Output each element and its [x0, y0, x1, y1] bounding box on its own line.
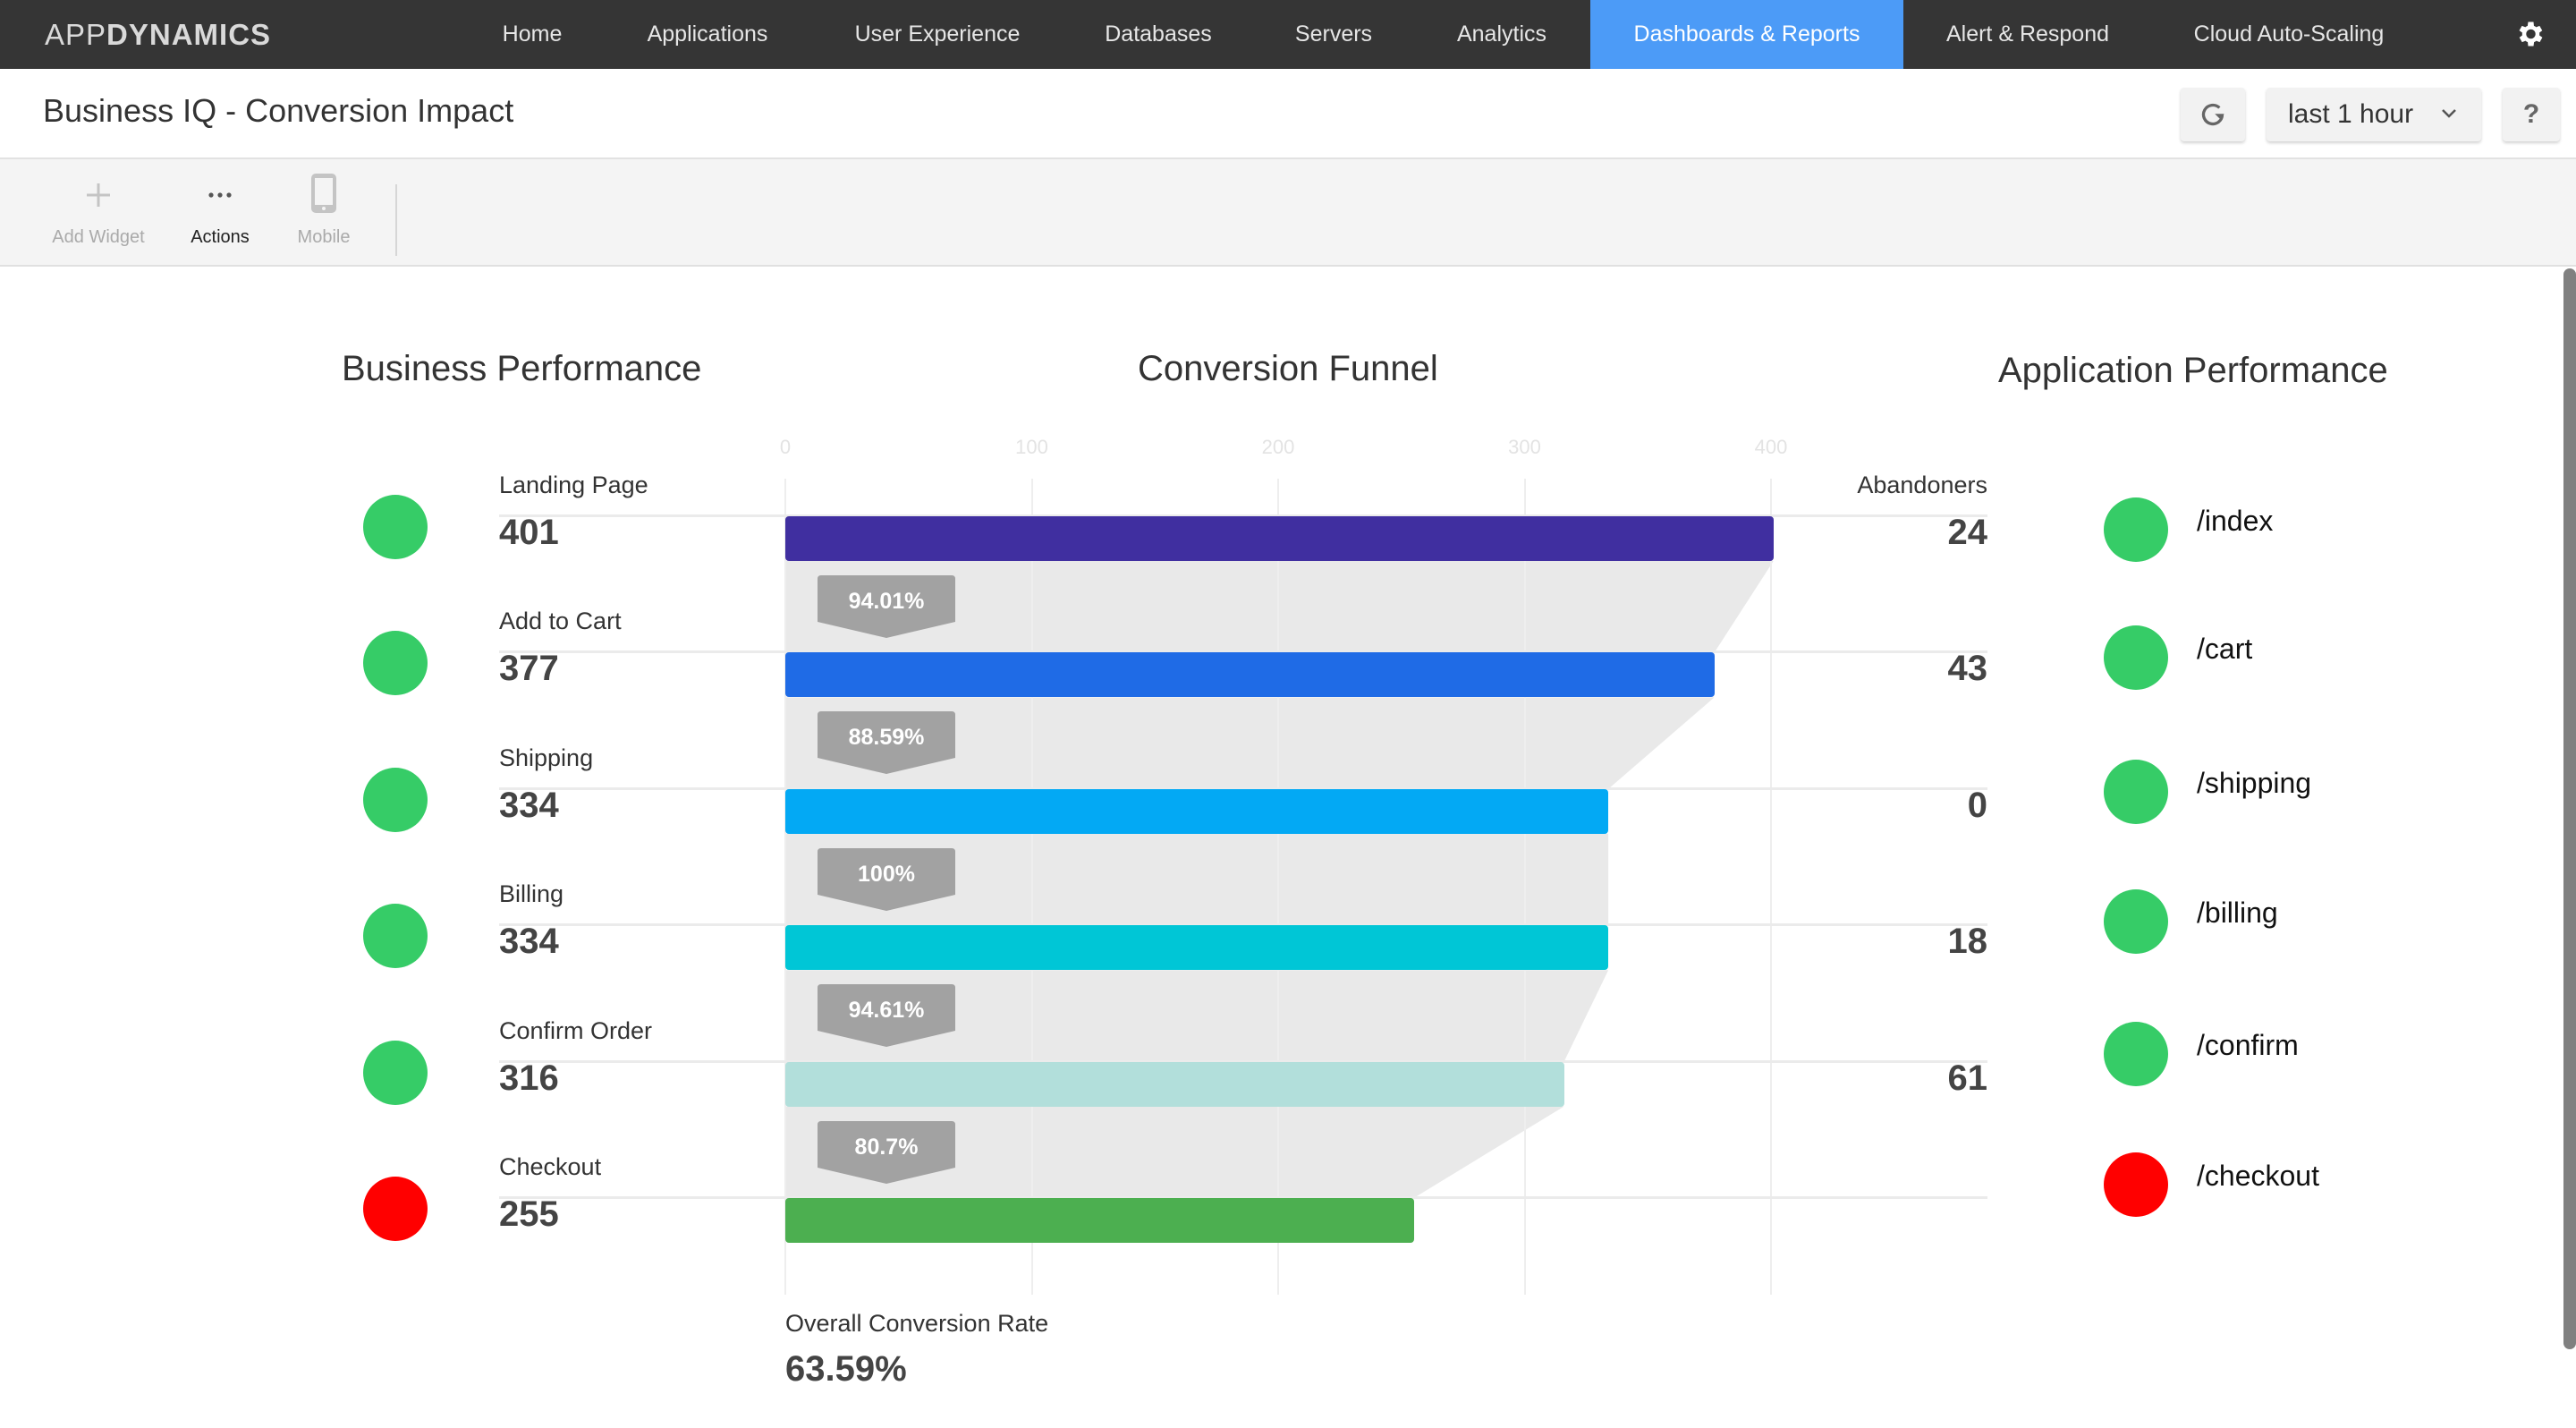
business-status-dot — [363, 904, 428, 969]
abandoners-value: 43 — [1947, 649, 1988, 689]
step-conversion-value: 88.59% — [848, 725, 925, 751]
funnel-bar[interactable] — [785, 1061, 1564, 1107]
app-endpoint-label[interactable]: /index — [2197, 505, 2273, 538]
gridline — [784, 479, 786, 1295]
business-status-dot — [363, 1040, 428, 1105]
time-range-value: last 1 hour — [2288, 99, 2414, 129]
vertical-scrollbar[interactable] — [2563, 268, 2576, 1349]
nav-user-experience[interactable]: User Experience — [832, 0, 1043, 69]
axis-tick-label: 100 — [1015, 436, 1048, 458]
overall-conversion-value: 63.59% — [785, 1349, 907, 1389]
step-conversion-value: 94.01% — [848, 589, 925, 614]
app-status-dot — [2104, 1022, 2168, 1086]
funnel-step-label: Checkout — [499, 1153, 602, 1180]
nav-servers[interactable]: Servers — [1270, 0, 1397, 69]
funnel-bar[interactable] — [785, 1198, 1414, 1243]
refresh-icon — [2201, 103, 2224, 126]
nav-alert-respond[interactable]: Alert & Respond — [1923, 0, 2132, 69]
app-endpoint-label[interactable]: /confirm — [2197, 1029, 2299, 1062]
app-status-dot — [2104, 625, 2168, 690]
nav-analytics[interactable]: Analytics — [1431, 0, 1572, 69]
add-widget-button[interactable]: Add Widget — [45, 159, 152, 267]
nav-dashboards-reports[interactable]: Dashboards & Reports — [1590, 0, 1903, 69]
app-status-dot — [2104, 889, 2168, 954]
funnel-step-value: 377 — [499, 649, 559, 689]
step-conversion-badge: 88.59% — [818, 711, 955, 775]
funnel-step-label: Shipping — [499, 744, 594, 771]
abandoners-value: 24 — [1947, 513, 1988, 552]
abandoners-header: Abandoners — [1857, 472, 1987, 498]
business-performance-title: Business Performance — [342, 349, 702, 388]
step-conversion-badge: 94.61% — [818, 984, 955, 1048]
funnel-bar[interactable] — [785, 925, 1609, 971]
funnel-step-label: Confirm Order — [499, 1016, 653, 1044]
gridline — [1770, 479, 1772, 1295]
actions-button[interactable]: Actions — [175, 159, 265, 267]
toolbar-divider — [395, 184, 397, 256]
overall-conversion-label: Overall Conversion Rate — [785, 1310, 1049, 1337]
appdynamics-logo[interactable]: APPDYNAMICS — [45, 18, 271, 52]
step-conversion-value: 100% — [858, 861, 915, 887]
abandoners-value: 18 — [1947, 922, 1988, 962]
refresh-button[interactable] — [2181, 88, 2245, 141]
funnel-bar[interactable] — [785, 788, 1609, 834]
add-widget-label: Add Widget — [52, 227, 145, 247]
dashboard-toolbar: Add Widget Actions Mobile — [0, 159, 2576, 267]
conversion-funnel-title: Conversion Funnel — [1138, 349, 1438, 388]
app-endpoint-label[interactable]: /cart — [2197, 633, 2252, 666]
gear-icon[interactable] — [2513, 18, 2546, 50]
actions-label: Actions — [191, 227, 250, 247]
chevron-down-icon — [2442, 109, 2456, 118]
abandoners-value: 0 — [1967, 785, 1987, 825]
time-range-dropdown[interactable]: last 1 hour — [2267, 88, 2481, 141]
funnel-step-value: 316 — [499, 1058, 559, 1098]
axis-tick-label: 200 — [1261, 436, 1295, 458]
funnel-step-value: 401 — [499, 513, 559, 552]
app-endpoint-label[interactable]: /shipping — [2197, 767, 2311, 800]
step-conversion-value: 94.61% — [848, 998, 925, 1024]
business-status-dot — [363, 495, 428, 559]
plus-icon — [87, 183, 110, 207]
funnel-step-label: Add to Cart — [499, 608, 622, 635]
business-status-dot — [363, 631, 428, 696]
nav-home[interactable]: Home — [474, 0, 590, 69]
step-conversion-badge: 94.01% — [818, 575, 955, 638]
funnel-step-label: Billing — [499, 880, 564, 908]
nav-applications[interactable]: Applications — [623, 0, 792, 69]
title-bar: Business IQ - Conversion Impact last 1 h… — [0, 69, 2576, 159]
app-endpoint-label[interactable]: /billing — [2197, 897, 2278, 930]
app-endpoint-label[interactable]: /checkout — [2197, 1160, 2319, 1193]
funnel-step-value: 334 — [499, 922, 559, 962]
gridline — [1523, 479, 1526, 1295]
top-nav: APPDYNAMICS Home Applications User Exper… — [0, 0, 2576, 69]
app-status-dot — [2104, 760, 2168, 824]
gridline — [1277, 479, 1279, 1295]
funnel-bar[interactable] — [785, 652, 1715, 698]
app-status-dot — [2104, 1152, 2168, 1217]
page-title: Business IQ - Conversion Impact — [43, 92, 514, 129]
help-button[interactable]: ? — [2503, 88, 2560, 141]
gridline — [1030, 479, 1033, 1295]
funnel-bar[interactable] — [785, 516, 1774, 561]
business-status-dot — [363, 1177, 428, 1241]
step-conversion-value: 80.7% — [854, 1134, 919, 1160]
nav-cloud-auto-scaling[interactable]: Cloud Auto-Scaling — [2172, 0, 2406, 69]
mobile-phone-icon — [311, 174, 336, 213]
app-status-dot — [2104, 497, 2168, 562]
funnel-step-value: 255 — [499, 1194, 559, 1234]
more-icon — [208, 192, 232, 198]
step-conversion-badge: 100% — [818, 847, 955, 911]
axis-tick-label: 0 — [779, 436, 792, 458]
nav-databases[interactable]: Databases — [1082, 0, 1234, 69]
abandoners-value: 61 — [1947, 1058, 1988, 1098]
axis-tick-label: 400 — [1754, 436, 1788, 458]
funnel-step-value: 334 — [499, 785, 559, 825]
application-performance-title: Application Performance — [1998, 351, 2388, 390]
mobile-label: Mobile — [297, 227, 351, 247]
business-status-dot — [363, 767, 428, 832]
step-conversion-badge: 80.7% — [818, 1120, 955, 1184]
axis-tick-label: 300 — [1508, 436, 1541, 458]
funnel-step-label: Landing Page — [499, 472, 648, 498]
mobile-button[interactable]: Mobile — [283, 159, 365, 267]
